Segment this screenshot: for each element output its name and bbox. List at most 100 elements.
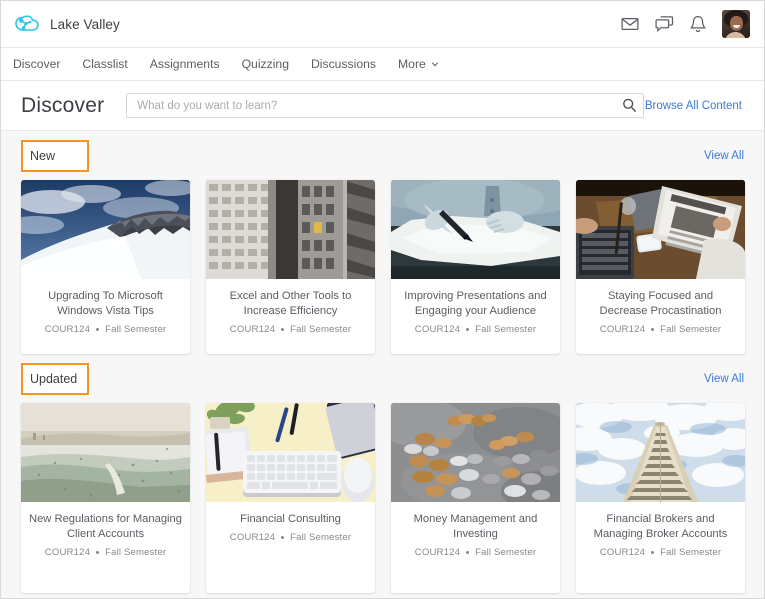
search-container	[126, 93, 645, 118]
card-thumbnail	[391, 180, 560, 279]
content-card[interactable]: Financial Brokers and Managing Broker Ac…	[576, 403, 745, 593]
section-title: Updated	[30, 372, 78, 386]
card-row-updated: New Regulations for Managing Client Acco…	[21, 403, 745, 593]
nav-item-classlist[interactable]: Classlist	[71, 48, 138, 80]
card-thumbnail	[21, 180, 190, 279]
card-term: Fall Semester	[660, 324, 722, 336]
messages-icon[interactable]	[654, 14, 674, 34]
content-card[interactable]: Financial Consulting COUR124 Fall Semest…	[206, 403, 375, 593]
user-avatar[interactable]	[722, 10, 750, 38]
card-meta: COUR124 Fall Semester	[214, 324, 367, 335]
meta-separator-dot	[281, 536, 285, 540]
section-title-highlight-new[interactable]: New	[21, 140, 89, 172]
card-body: Financial Brokers and Managing Broker Ac…	[576, 502, 745, 558]
view-all-link-new[interactable]: View All	[704, 150, 744, 162]
card-course-code: COUR124	[599, 324, 646, 336]
nav-item-more[interactable]: More	[387, 48, 450, 80]
nav-item-label: Classlist	[82, 57, 128, 71]
card-thumbnail	[576, 403, 745, 502]
nav-item-assignments[interactable]: Assignments	[139, 48, 231, 80]
meta-separator-dot	[281, 328, 285, 332]
content-card[interactable]: Staying Focused and Decrease Procastinat…	[576, 180, 745, 354]
card-meta: COUR124 Fall Semester	[29, 324, 182, 335]
nav-item-discussions[interactable]: Discussions	[300, 48, 387, 80]
card-thumbnail	[576, 180, 745, 279]
card-term: Fall Semester	[660, 547, 722, 559]
search-button[interactable]	[621, 97, 638, 114]
content-card[interactable]: Upgrading To Microsoft Windows Vista Tip…	[21, 180, 190, 354]
browse-all-content-link[interactable]: Browse All Content	[645, 100, 742, 112]
nav-item-label: Discover	[13, 57, 61, 71]
writing-on-paper-image	[391, 180, 560, 279]
card-meta: COUR124 Fall Semester	[214, 532, 367, 543]
content-card[interactable]: Excel and Other Tools to Increase Effici…	[206, 180, 375, 354]
card-course-code: COUR124	[414, 324, 461, 336]
card-title: Money Management and Investing	[413, 513, 538, 541]
card-course-code: COUR124	[44, 324, 91, 336]
card-thumbnail	[206, 180, 375, 279]
card-term: Fall Semester	[290, 532, 352, 544]
brand-logo-area[interactable]: Lake Valley	[13, 9, 120, 39]
coins-image	[391, 403, 560, 502]
view-all-link-updated[interactable]: View All	[704, 373, 744, 385]
meta-separator-dot	[466, 551, 470, 555]
card-thumbnail	[21, 403, 190, 502]
card-course-code: COUR124	[229, 532, 276, 544]
card-course-code: COUR124	[229, 324, 276, 336]
snowy-mountain-image	[21, 180, 190, 279]
card-term: Fall Semester	[290, 324, 352, 336]
section-title-highlight-updated[interactable]: Updated	[21, 363, 89, 395]
bell-icon[interactable]	[688, 14, 708, 34]
content-card[interactable]: New Regulations for Managing Client Acco…	[21, 403, 190, 593]
page-title: Discover	[21, 93, 105, 117]
card-term: Fall Semester	[475, 324, 537, 336]
card-thumbnail	[206, 403, 375, 502]
card-body: Improving Presentations and Engaging you…	[391, 279, 560, 335]
nav-item-label: Quizzing	[241, 57, 289, 71]
nav-item-discover[interactable]: Discover	[13, 48, 71, 80]
desk-flatlay-image	[206, 403, 375, 502]
card-title: Staying Focused and Decrease Procastinat…	[599, 290, 722, 318]
card-term: Fall Semester	[105, 324, 167, 336]
discover-content: New View All Upgrading To Microsoft Wind…	[1, 138, 764, 593]
content-card[interactable]: Improving Presentations and Engaging you…	[391, 180, 560, 354]
card-meta: COUR124 Fall Semester	[29, 547, 182, 558]
card-course-code: COUR124	[414, 547, 461, 559]
content-card[interactable]: Money Management and Investing COUR124 F…	[391, 403, 560, 593]
chevron-down-icon	[431, 62, 438, 67]
card-course-code: COUR124	[44, 547, 91, 559]
card-body: Excel and Other Tools to Increase Effici…	[206, 279, 375, 335]
card-meta: COUR124 Fall Semester	[584, 324, 737, 335]
card-title: Upgrading To Microsoft Windows Vista Tip…	[48, 290, 163, 318]
card-title: Financial Brokers and Managing Broker Ac…	[593, 513, 728, 541]
meta-separator-dot	[466, 328, 470, 332]
cloud-network-logo-icon	[15, 15, 39, 31]
app-window: Lake Valley Discover Classlist Assignmen…	[0, 0, 765, 599]
card-course-code: COUR124	[599, 547, 646, 559]
main-navigation: Discover Classlist Assignments Quizzing …	[1, 48, 764, 81]
avatar-face	[730, 16, 743, 31]
section-title: New	[30, 149, 56, 163]
discover-header: Discover Browse All Content	[1, 81, 764, 131]
brand-name: Lake Valley	[50, 16, 120, 32]
topbar-icon-group	[620, 10, 750, 38]
nav-item-label: Assignments	[149, 57, 220, 71]
meta-separator-dot	[96, 328, 100, 332]
search-icon	[623, 98, 637, 113]
nav-item-label: Discussions	[310, 57, 377, 71]
card-body: New Regulations for Managing Client Acco…	[21, 502, 190, 558]
nav-item-quizzing[interactable]: Quizzing	[231, 48, 300, 80]
card-thumbnail	[391, 403, 560, 502]
card-meta: COUR124 Fall Semester	[399, 547, 552, 558]
card-title: Excel and Other Tools to Increase Effici…	[229, 290, 352, 318]
skyscraper-upward-image	[576, 403, 745, 502]
reading-newspaper-image	[576, 180, 745, 279]
card-body: Staying Focused and Decrease Procastinat…	[576, 279, 745, 335]
top-bar: Lake Valley	[1, 1, 764, 48]
section-header-updated: Updated View All	[21, 361, 744, 397]
email-icon[interactable]	[620, 14, 640, 34]
search-input[interactable]	[126, 93, 645, 118]
card-body: Financial Consulting COUR124 Fall Semest…	[206, 502, 375, 543]
meta-separator-dot	[651, 551, 655, 555]
meta-separator-dot	[651, 328, 655, 332]
